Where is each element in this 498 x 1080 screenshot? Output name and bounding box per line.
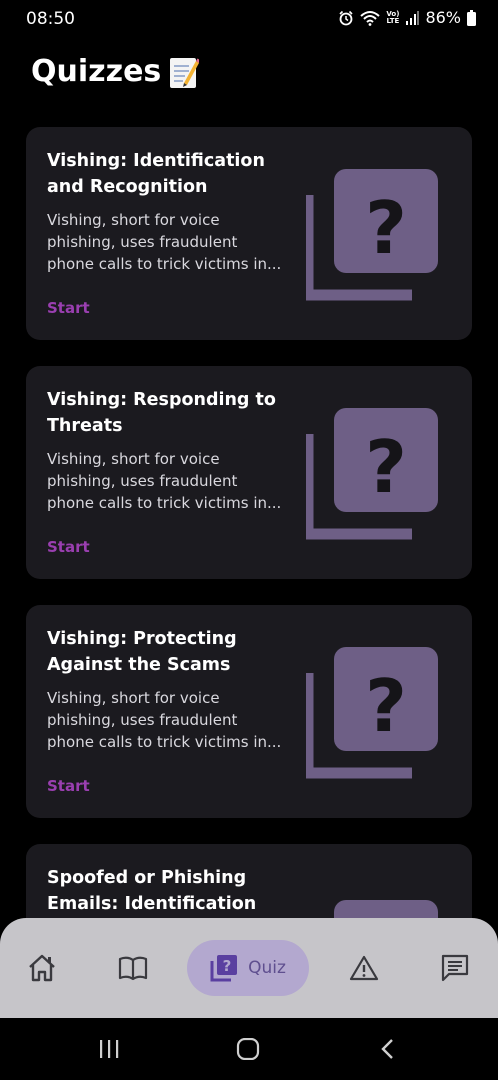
volte-bottom: LTE bbox=[386, 16, 400, 25]
wifi-icon bbox=[360, 10, 381, 26]
bottom-nav: ? Quiz bbox=[0, 918, 498, 1018]
quiz-icon: ? bbox=[210, 955, 238, 982]
nav-home[interactable] bbox=[26, 952, 58, 984]
start-quiz-button[interactable]: Start bbox=[47, 777, 90, 795]
quiz-card[interactable]: Vishing: Protecting Against the Scams Vi… bbox=[26, 605, 472, 818]
book-icon bbox=[118, 956, 148, 981]
svg-text:?: ? bbox=[365, 186, 407, 270]
status-time: 08:50 bbox=[26, 9, 75, 29]
quiz-card-title: Vishing: Responding to Threats bbox=[47, 390, 276, 436]
quiz-screen: 08:50 Vo) LTE 86% Quizzes Vishing: Ident… bbox=[0, 0, 498, 1080]
system-nav-bar bbox=[0, 1018, 498, 1080]
quiz-card[interactable]: Vishing: Identification and Recognition … bbox=[26, 127, 472, 340]
nav-quiz[interactable]: ? Quiz bbox=[187, 940, 309, 996]
nav-messages[interactable] bbox=[439, 952, 471, 984]
quiz-card-description: Vishing, short for voice phishing, uses … bbox=[47, 450, 282, 512]
back-icon[interactable] bbox=[378, 1038, 398, 1060]
warning-icon bbox=[349, 955, 379, 981]
nav-quiz-label: Quiz bbox=[248, 958, 286, 978]
nav-learn[interactable] bbox=[117, 952, 149, 984]
quiz-stack-icon: ? bbox=[306, 408, 438, 540]
page-title-text: Quizzes bbox=[31, 54, 162, 89]
start-quiz-button[interactable]: Start bbox=[47, 538, 90, 556]
page-title: Quizzes bbox=[31, 54, 200, 89]
quiz-card-title: Spoofed or Phishing Emails: Identificati… bbox=[47, 868, 257, 914]
quiz-card-description: Vishing, short for voice phishing, uses … bbox=[47, 689, 282, 751]
volte-indicator: Vo) LTE bbox=[386, 10, 400, 25]
start-quiz-button[interactable]: Start bbox=[47, 299, 90, 317]
quiz-card[interactable]: Vishing: Responding to Threats Vishing, … bbox=[26, 366, 472, 579]
quiz-card-title: Vishing: Identification and Recognition bbox=[47, 151, 265, 197]
quiz-stack-icon: ? bbox=[306, 169, 438, 301]
quiz-stack-icon: ? bbox=[306, 647, 438, 779]
status-icons: Vo) LTE 86% bbox=[338, 8, 476, 27]
signal-icon bbox=[406, 10, 420, 25]
alarm-icon bbox=[339, 10, 353, 25]
quiz-card-title: Vishing: Protecting Against the Scams bbox=[47, 629, 237, 675]
svg-text:?: ? bbox=[365, 664, 407, 748]
battery-percent: 86% bbox=[425, 8, 461, 27]
svg-text:?: ? bbox=[365, 425, 407, 509]
memo-icon bbox=[170, 57, 200, 88]
status-bar: 08:50 Vo) LTE 86% bbox=[0, 0, 498, 40]
svg-text:?: ? bbox=[223, 957, 232, 975]
battery-icon bbox=[467, 9, 476, 26]
recent-apps-icon[interactable] bbox=[98, 1038, 120, 1060]
home-icon bbox=[29, 954, 55, 982]
chat-icon bbox=[441, 954, 469, 982]
nav-alerts[interactable] bbox=[348, 952, 380, 984]
quiz-card-description: Vishing, short for voice phishing, uses … bbox=[47, 211, 282, 273]
home-button-icon[interactable] bbox=[236, 1038, 260, 1060]
